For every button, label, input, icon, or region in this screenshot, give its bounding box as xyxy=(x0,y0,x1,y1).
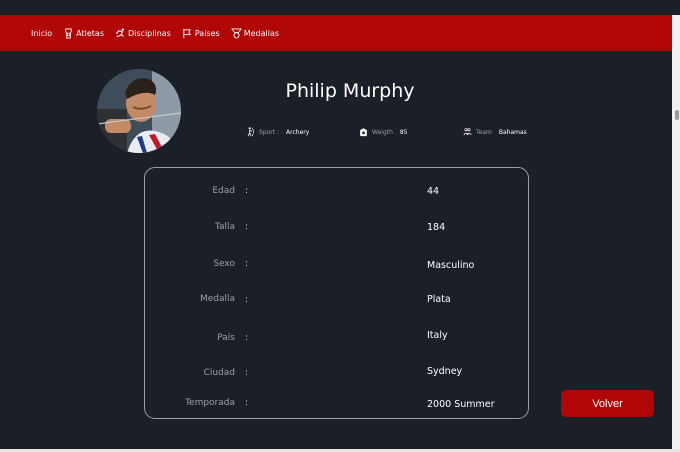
nav-label: Atletas xyxy=(76,28,104,38)
detail-colon: : xyxy=(245,333,249,343)
detail-value-pais: Italy xyxy=(427,330,448,341)
detail-colon: : xyxy=(245,222,249,232)
top-strip xyxy=(0,0,680,15)
detail-value-edad: 44 xyxy=(427,186,440,197)
athlete-name: Philip Murphy xyxy=(285,80,415,102)
nav-item-paises[interactable]: Paises xyxy=(182,28,220,39)
nav-item-inicio[interactable]: Inicio xyxy=(31,29,52,38)
detail-label-talla: Talla xyxy=(214,222,235,232)
nav-label: Paises xyxy=(194,28,220,38)
sport-info: Sport : Archery xyxy=(246,127,309,137)
flag-icon xyxy=(183,28,191,38)
detail-value-ciudad: Sydney xyxy=(427,366,463,377)
detail-label-sexo: Sexo xyxy=(213,259,235,269)
athlete-photo xyxy=(97,69,181,153)
medal-icon xyxy=(230,28,242,38)
archer-icon xyxy=(247,127,254,137)
scrollbar[interactable] xyxy=(672,15,680,452)
team-value: Bahamas xyxy=(498,128,527,136)
details-card xyxy=(144,167,529,419)
detail-label-temporada: Temporada xyxy=(185,398,235,408)
team-info: Team Bahamas xyxy=(463,127,527,137)
detail-label-pais: País xyxy=(217,333,235,343)
back-button[interactable]: Volver xyxy=(561,390,654,417)
athlete-badge-icon xyxy=(65,27,72,39)
detail-value-temporada: 2000 Summer xyxy=(427,399,495,410)
top-navbar: Inicio Atletas Disciplinas Paises Medall… xyxy=(0,15,680,51)
detail-colon: : xyxy=(245,186,249,196)
team-icon xyxy=(463,128,472,136)
scrollbar-thumb[interactable] xyxy=(675,110,679,120)
detail-label-edad: Edad xyxy=(212,186,235,196)
nav-label: Disciplinas xyxy=(128,28,171,38)
nav-item-medallas[interactable]: Medallas xyxy=(230,28,280,39)
sport-label: Sport : xyxy=(259,128,280,136)
sport-value: Archery xyxy=(286,128,310,136)
detail-value-medalla: Plata xyxy=(427,294,451,305)
detail-colon: : xyxy=(245,398,249,408)
nav-label: Medallas xyxy=(243,28,280,38)
detail-colon: : xyxy=(245,295,249,305)
detail-colon: : xyxy=(245,368,249,378)
weight-info: Weigth 85 xyxy=(359,127,408,137)
weight-icon xyxy=(360,128,367,137)
detail-value-sexo: Masculino xyxy=(427,260,475,271)
team-label: Team xyxy=(476,128,492,136)
nav-item-atletas[interactable]: Atletas xyxy=(63,27,104,39)
nav-label: Inicio xyxy=(31,28,53,38)
weight-label: Weigth xyxy=(372,128,393,136)
running-icon xyxy=(116,27,124,37)
detail-label-medalla: Medalla xyxy=(199,294,235,304)
athlete-avatar xyxy=(97,69,181,153)
weight-value: 85 xyxy=(399,128,408,136)
detail-label-ciudad: Ciudad xyxy=(203,368,235,378)
nav-item-disciplinas[interactable]: Disciplinas xyxy=(115,27,171,39)
detail-value-talla: 184 xyxy=(427,222,446,233)
detail-colon: : xyxy=(245,259,249,269)
